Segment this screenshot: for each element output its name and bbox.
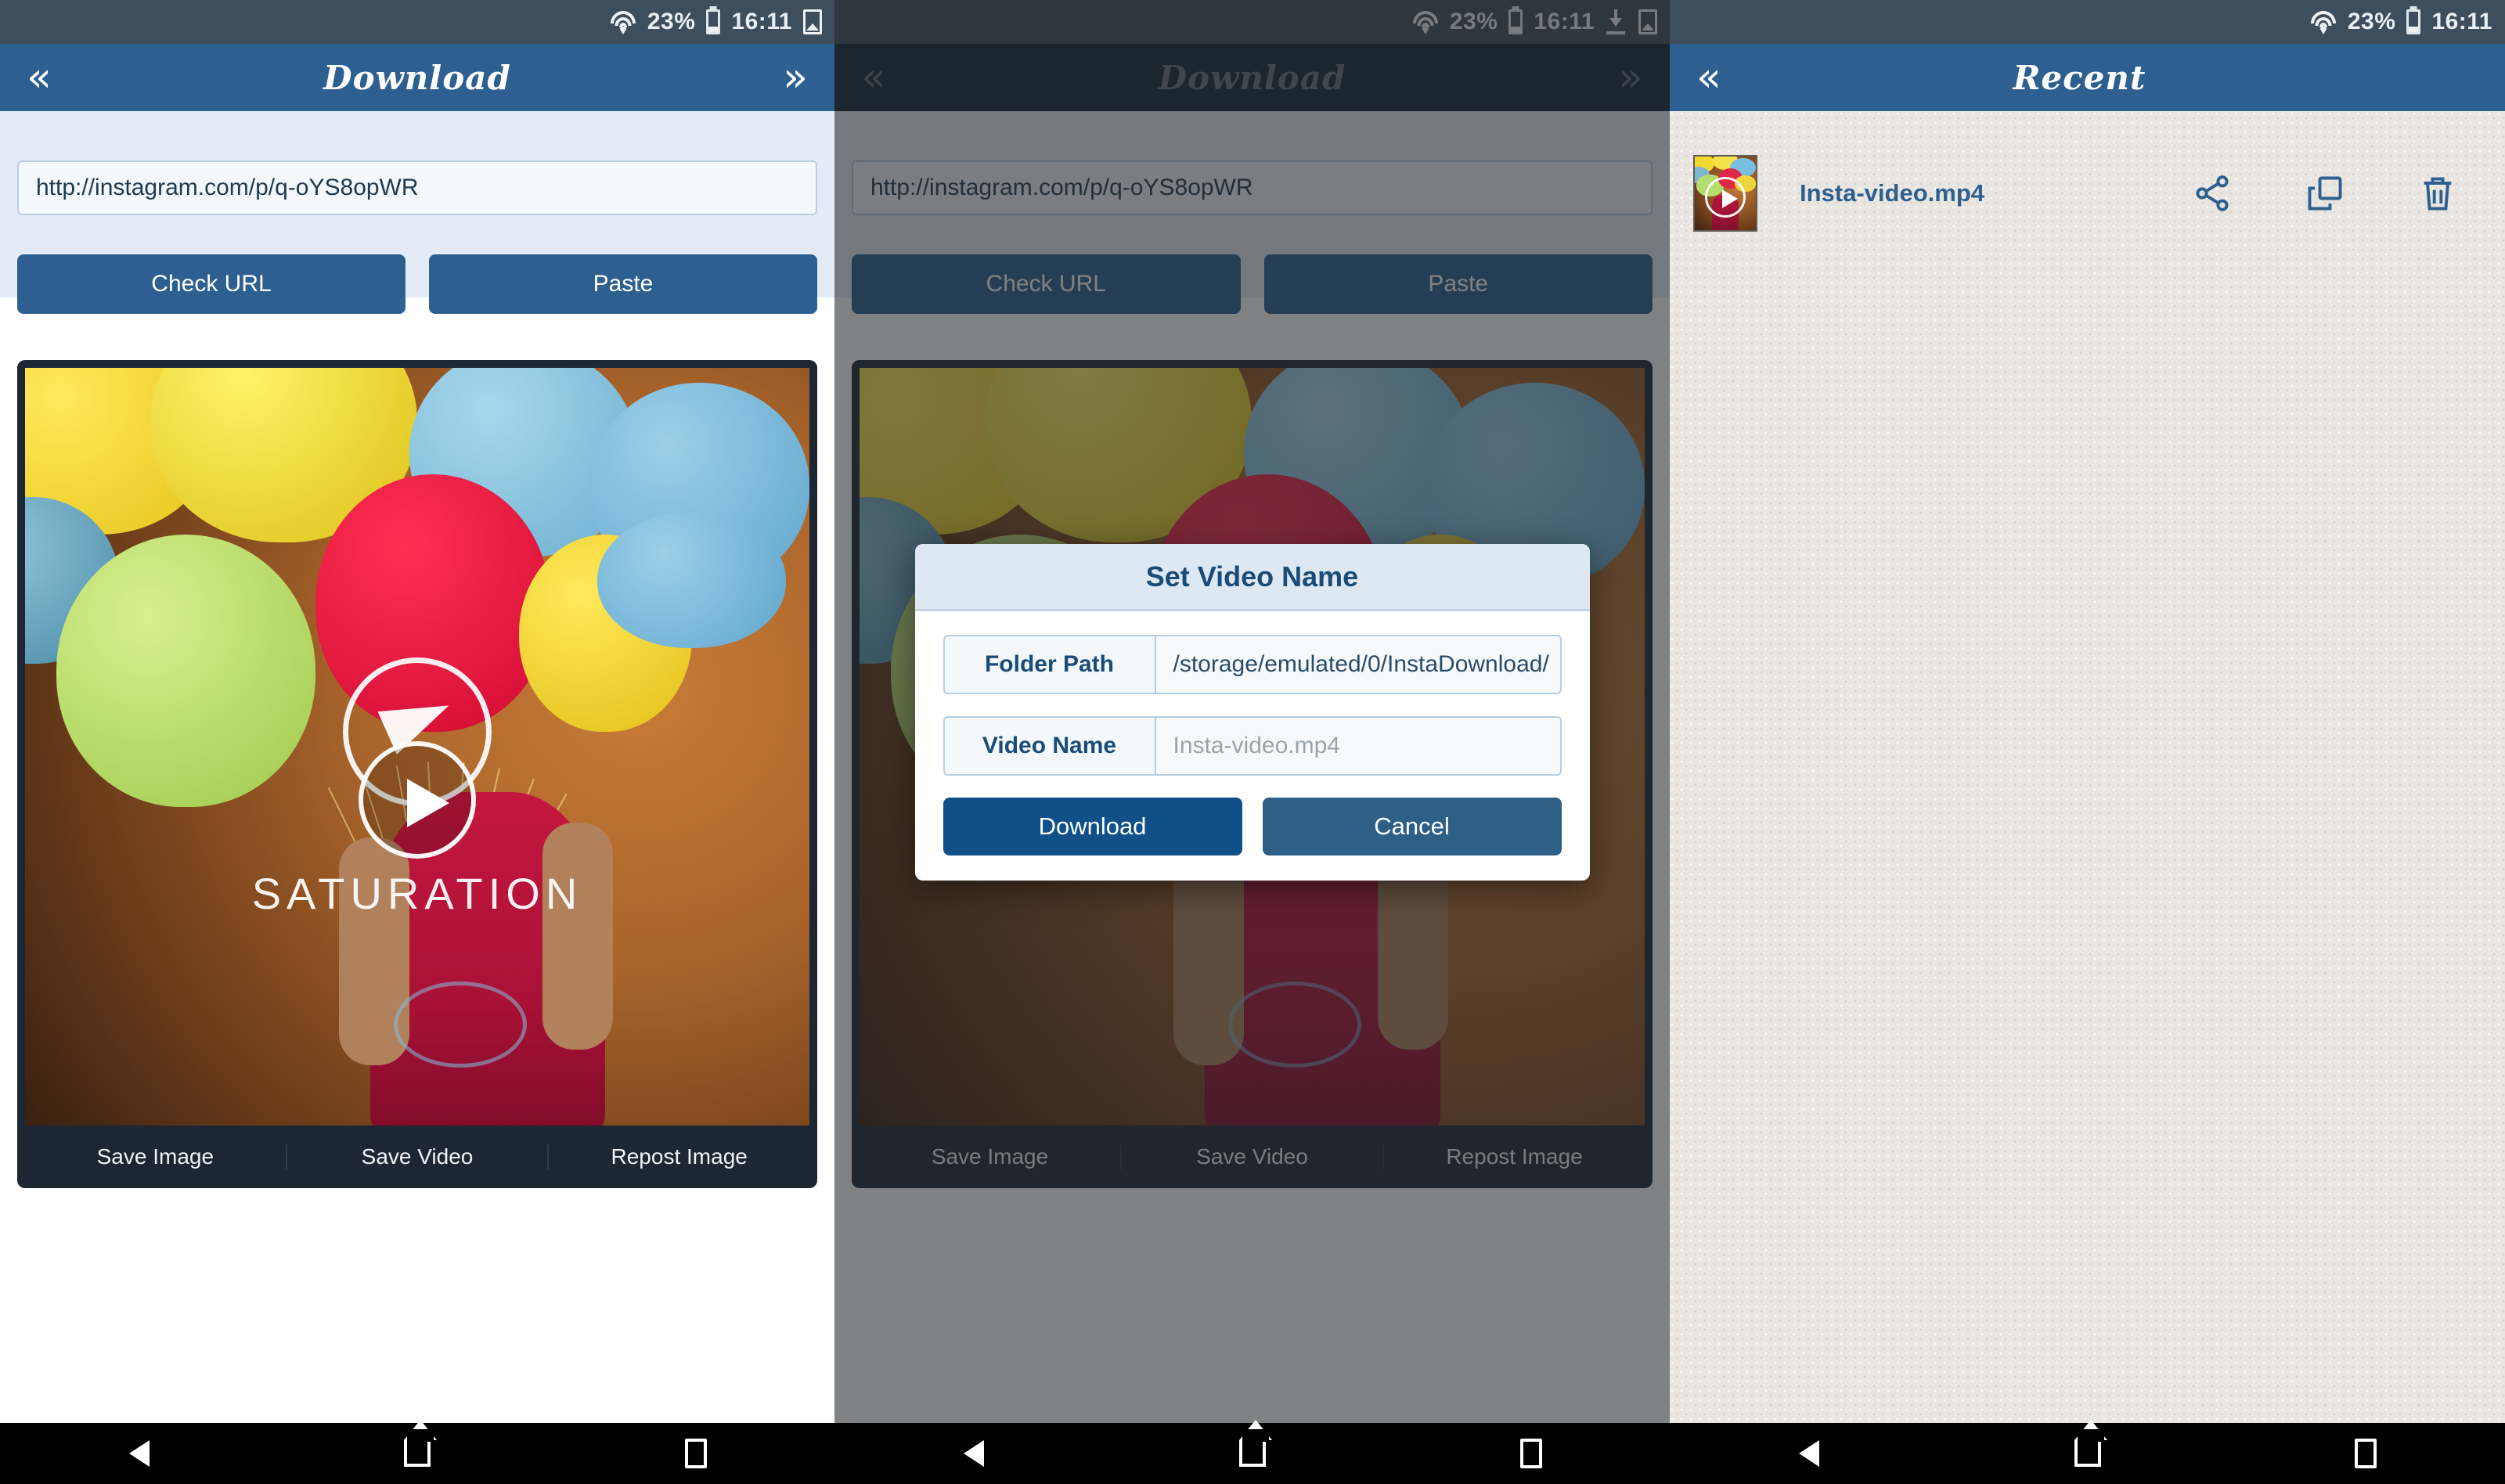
hand-highlight-ring — [393, 982, 527, 1068]
panel-download-dialog: 23% 16:11 « Download » http://instagram.… — [834, 0, 1670, 1423]
status-bar-right: 23% 16:11 — [1670, 0, 2505, 44]
trash-icon[interactable] — [2417, 173, 2458, 214]
nav-home-button[interactable] — [1225, 1420, 1280, 1477]
clock: 16:11 — [731, 9, 792, 34]
folder-path-row: Folder Path /storage/emulated/0/InstaDow… — [943, 635, 1562, 694]
video-name-input[interactable]: Insta-video.mp4 — [1155, 718, 1560, 774]
media-action-bar: Save Image Save Video Repost Image — [25, 1126, 809, 1188]
panel-recent: 23% 16:11 « Recent Insta-video.mp4 — [1670, 0, 2505, 1423]
balloon-green — [56, 534, 315, 808]
wifi-icon — [2310, 11, 2337, 34]
dialog-title: Set Video Name — [914, 544, 1590, 611]
dialog-download-button[interactable]: Download — [943, 798, 1242, 855]
nav-recents-button[interactable] — [669, 1430, 723, 1477]
row-action-icons — [2192, 173, 2482, 214]
save-image-button[interactable]: Save Image — [25, 1144, 287, 1169]
gallery-icon — [803, 9, 822, 34]
check-url-button[interactable]: Check URL — [17, 254, 405, 314]
chevron-double-left-icon[interactable]: « — [1670, 57, 1748, 98]
nav-home-button[interactable] — [390, 1420, 445, 1477]
nav-group-middle — [835, 1420, 1671, 1484]
page-title: Recent — [2013, 58, 2146, 97]
panel-download-normal: 23% 16:11 « Download » http://instagram.… — [0, 0, 834, 1423]
media-preview-image[interactable]: SATURATION — [25, 368, 809, 1126]
nav-recents-button[interactable] — [1504, 1430, 1559, 1477]
share-icon[interactable] — [2192, 173, 2233, 214]
clock: 16:11 — [2431, 9, 2492, 34]
status-bar-right-group: 23% 16:11 — [610, 9, 834, 34]
url-input[interactable]: http://instagram.com/p/q-oYS8opWR — [17, 160, 817, 215]
android-nav-bar — [0, 1420, 2505, 1484]
screenshot-root: 23% 16:11 « Download » http://instagram.… — [0, 0, 2505, 1484]
dialog-button-row: Download Cancel — [943, 798, 1562, 855]
repost-image-button[interactable]: Repost Image — [549, 1144, 809, 1169]
media-overlay-text: SATURATION — [251, 868, 583, 918]
chevron-double-right-icon[interactable]: » — [756, 57, 834, 98]
nav-back-button[interactable] — [112, 1430, 167, 1477]
list-item[interactable]: Insta-video.mp4 — [1670, 142, 2505, 244]
video-thumbnail[interactable] — [1693, 155, 1757, 232]
nav-back-button[interactable] — [1782, 1430, 1836, 1477]
dialog-cancel-button[interactable]: Cancel — [1262, 798, 1562, 855]
battery-percent: 23% — [2347, 9, 2396, 34]
video-name-label: Video Name — [945, 718, 1156, 774]
nav-home-button[interactable] — [2060, 1420, 2115, 1477]
app-bar-download: « Download » — [0, 44, 834, 111]
dialog-body: Folder Path /storage/emulated/0/InstaDow… — [915, 611, 1590, 881]
battery-icon — [706, 9, 721, 34]
video-name-row: Video Name Insta-video.mp4 — [943, 716, 1562, 776]
folder-path-label: Folder Path — [945, 636, 1156, 693]
person-arm-right — [542, 822, 614, 1050]
copy-repost-icon[interactable] — [2305, 173, 2345, 214]
nav-recents-button[interactable] — [2338, 1430, 2393, 1477]
recent-list: Insta-video.mp4 — [1670, 111, 2505, 1423]
wifi-icon — [610, 11, 636, 34]
balloon-lightblue-3 — [597, 511, 786, 649]
nav-group-left — [0, 1420, 835, 1484]
nav-back-button[interactable] — [946, 1430, 1001, 1477]
chevron-double-left-icon[interactable]: « — [0, 57, 78, 98]
play-icon — [1705, 176, 1746, 218]
url-button-row: Check URL Paste — [17, 254, 817, 314]
set-video-name-dialog: Set Video Name Folder Path /storage/emul… — [914, 544, 1590, 881]
save-video-button[interactable]: Save Video — [287, 1144, 550, 1169]
app-bar-recent: « Recent — [1670, 44, 2505, 111]
status-bar-left: 23% 16:11 — [0, 0, 834, 44]
battery-icon — [2406, 9, 2421, 34]
file-name-label: Insta-video.mp4 — [1800, 179, 1984, 207]
battery-percent: 23% — [647, 9, 696, 34]
play-icon[interactable] — [359, 740, 476, 859]
folder-path-input[interactable]: /storage/emulated/0/InstaDownload/ — [1155, 636, 1560, 693]
paste-button[interactable]: Paste — [429, 254, 817, 314]
page-title: Download — [323, 58, 511, 97]
status-bar-right-group-right: 23% 16:11 — [2310, 9, 2505, 34]
nav-group-right — [1670, 1420, 2505, 1484]
media-preview-card: SATURATION Save Image Save Video Repost … — [17, 360, 817, 1188]
